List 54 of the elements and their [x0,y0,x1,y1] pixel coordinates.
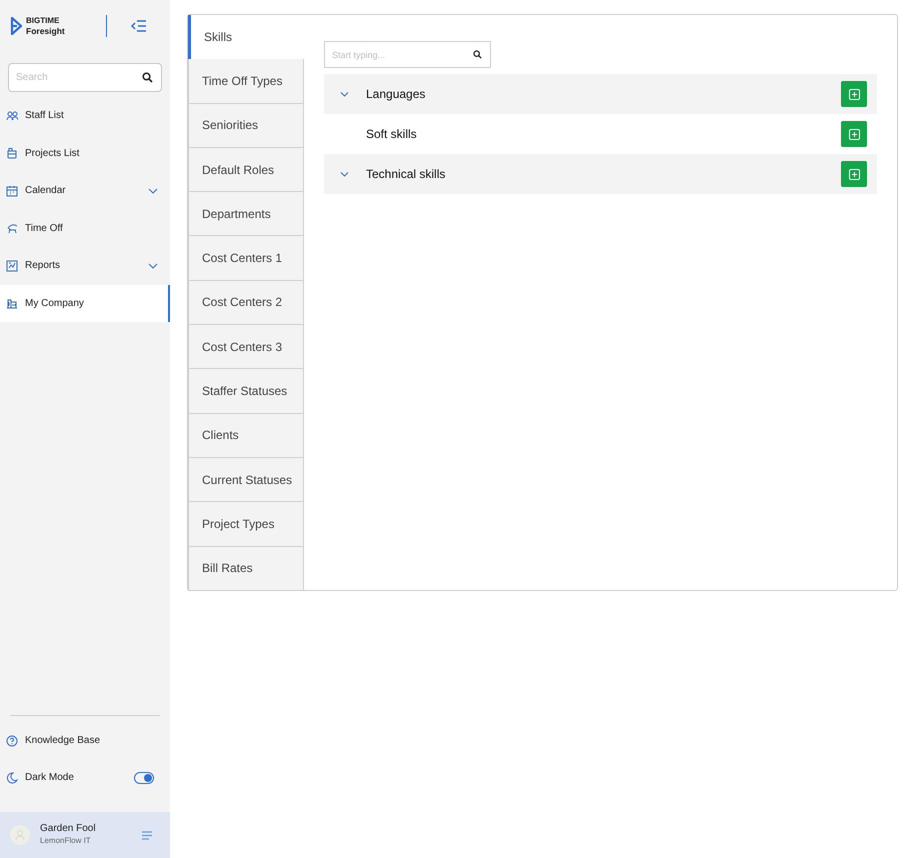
calendar-icon [6,184,18,197]
add-button[interactable] [841,161,867,187]
add-button[interactable] [841,81,867,107]
chevron-down-icon[interactable] [148,188,158,194]
tab[interactable]: Staffer Statuses [188,369,304,414]
nav-item[interactable]: Projects List [0,134,170,172]
help-icon [6,734,18,746]
tab[interactable]: Current Statuses [188,458,304,502]
tab[interactable]: Time Off Types [188,59,304,104]
chevron-down-icon[interactable] [340,172,349,176]
brand-subtitle: Foresight [26,26,65,36]
skill-group-name: Technical skills [366,166,446,183]
plus-icon [848,88,860,100]
tab[interactable]: Bill Rates [188,546,304,591]
avatar-icon [10,825,30,845]
dark-mode-label: Dark Mode [25,771,75,785]
dark-mode-toggle[interactable] [134,772,154,784]
skill-group-name: Soft skills [366,126,418,143]
collapse-menu-icon[interactable] [130,20,147,32]
search-field[interactable]: Search [8,63,162,92]
plus-icon [848,168,860,180]
chevron-down-icon[interactable] [148,262,158,269]
tab[interactable]: Departments [188,192,304,236]
menu-icon[interactable] [142,830,152,840]
search-icon[interactable] [142,72,153,83]
chevron-down-icon[interactable] [340,92,349,96]
nav-item[interactable]: Staff List [0,97,170,134]
logo-icon [10,16,23,36]
folder-icon [6,147,18,160]
tab[interactable]: Cost Centers 3 [188,325,304,370]
nav-item[interactable]: Time Off [0,210,170,247]
nav-item[interactable]: Reports [0,247,170,284]
tab[interactable]: Cost Centers 1 [188,236,304,281]
company-name: LemonFlow IT [40,835,92,847]
tab[interactable]: Project Types [188,502,304,547]
brand-name: BIGTIME [26,16,60,26]
moon-icon [6,772,18,784]
beach-chair-icon [6,222,18,234]
knowledge-base-link[interactable]: Knowledge Base [25,733,100,748]
nav-item[interactable]: My Company [0,284,170,322]
tab[interactable]: Clients [188,414,304,458]
tab[interactable]: Default Roles [188,148,304,192]
add-button[interactable] [841,121,867,147]
tab[interactable]: Cost Centers 2 [188,280,304,326]
user-name: Garden Fool [40,823,97,835]
skill-group-name: Languages [366,86,426,103]
report-icon [6,260,18,272]
people-icon [6,110,18,122]
nav-item[interactable]: Calendar [0,172,170,210]
skills-search-field[interactable]: Start typing... [324,41,491,68]
search-icon[interactable] [473,50,482,59]
tab[interactable]: Seniorities [188,104,304,148]
plus-icon [848,128,860,140]
building-icon [6,297,18,310]
